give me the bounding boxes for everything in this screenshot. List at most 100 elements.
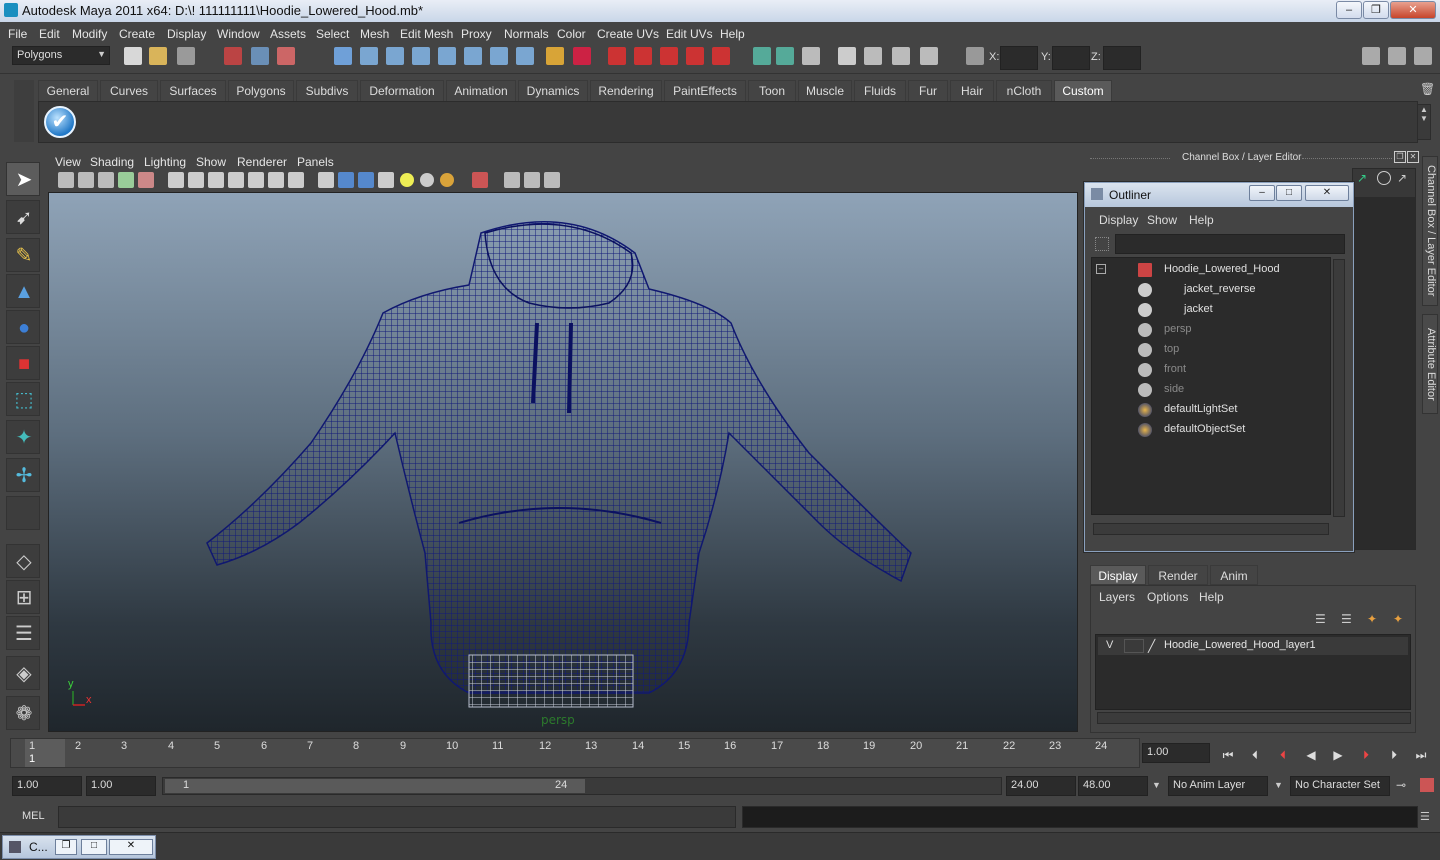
shelf-tab-ncloth[interactable]: nCloth <box>996 80 1052 101</box>
save-scene-icon[interactable] <box>177 47 195 65</box>
character-set-select[interactable]: No Character Set <box>1290 776 1390 796</box>
play-backwards-icon[interactable]: ◀ <box>1301 746 1321 764</box>
layer-horizontal-scrollbar[interactable] <box>1097 712 1411 724</box>
anim-layer-select[interactable]: No Anim Layer <box>1168 776 1268 796</box>
y-field[interactable] <box>1052 46 1090 70</box>
shelf-tab-deformation[interactable]: Deformation <box>360 80 444 101</box>
toggle-tool-settings-icon[interactable] <box>1388 47 1406 65</box>
select-by-component-icon[interactable] <box>277 47 295 65</box>
shelf-tab-fur[interactable]: Fur <box>908 80 948 101</box>
film-gate-icon[interactable] <box>524 172 540 188</box>
layer-row[interactable]: V ╱ Hoodie_Lowered_Hood_layer1 <box>1098 637 1408 655</box>
misc-mask-icon[interactable] <box>516 47 534 65</box>
handle-mask-icon[interactable] <box>360 47 378 65</box>
menu-normals[interactable]: Normals <box>504 25 549 41</box>
menu-mesh[interactable]: Mesh <box>360 25 389 41</box>
camera-attributes-icon[interactable] <box>78 172 94 188</box>
select-by-hierarchy-icon[interactable] <box>224 47 242 65</box>
menu-edit-uvs[interactable]: Edit UVs <box>666 25 713 41</box>
resolution-gate-icon[interactable] <box>504 172 520 188</box>
menu-edit[interactable]: Edit <box>39 25 60 41</box>
menu-color[interactable]: Color <box>557 25 586 41</box>
toggle-channel-box-icon[interactable] <box>1414 47 1432 65</box>
panel-menu-show[interactable]: Show <box>196 153 226 169</box>
shelf-tab-surfaces[interactable]: Surfaces <box>160 80 226 101</box>
menu-create-uvs[interactable]: Create UVs <box>597 25 659 41</box>
safe-action-icon[interactable] <box>544 172 560 188</box>
perspective-viewport[interactable]: y x persp <box>48 192 1078 732</box>
range-slider-handle[interactable]: 1 24 <box>165 779 585 793</box>
snap-point-icon[interactable] <box>660 47 678 65</box>
outliner-item[interactable]: top <box>1092 340 1332 360</box>
rotate-tool-button[interactable]: ● <box>6 310 40 344</box>
show-manipulator-button[interactable]: ✢ <box>6 458 40 492</box>
four-view-layout-button[interactable]: ⊞ <box>6 580 40 614</box>
layer-type-toggle[interactable] <box>1124 639 1144 653</box>
animation-start-field[interactable]: 1.00 <box>12 776 82 796</box>
custom-shelf-check-icon[interactable]: ✔ <box>44 106 76 138</box>
snap-curve-icon[interactable] <box>634 47 652 65</box>
highlight-selection-icon[interactable] <box>573 47 591 65</box>
outliner-item[interactable]: front <box>1092 360 1332 380</box>
render-settings-icon[interactable] <box>920 47 938 65</box>
select-by-object-icon[interactable] <box>251 47 269 65</box>
minimize-button[interactable]: – <box>1336 1 1362 19</box>
dynamic-mask-icon[interactable] <box>490 47 508 65</box>
playback-start-field[interactable]: 1.00 <box>86 776 156 796</box>
close-button[interactable]: ✕ <box>1390 1 1436 19</box>
image-plane-icon[interactable] <box>118 172 134 188</box>
chevron-down-icon[interactable]: ▼ <box>1152 780 1161 790</box>
default-light-icon[interactable] <box>400 173 414 187</box>
render-view-icon[interactable] <box>838 47 856 65</box>
last-tool-button[interactable] <box>6 496 40 530</box>
current-frame-field[interactable]: 1.00 <box>1142 743 1210 763</box>
filter-icon[interactable] <box>1095 237 1109 251</box>
panel-menu-view[interactable]: View <box>55 153 81 169</box>
smooth-shade-icon[interactable] <box>188 172 204 188</box>
restore-icon[interactable]: ❐ <box>55 839 77 855</box>
move-layer-up-icon[interactable]: ☰ <box>1315 612 1333 628</box>
hypershade-layout-button[interactable]: ❁ <box>6 696 40 730</box>
shadows-icon[interactable] <box>440 173 454 187</box>
outliner-item[interactable]: defaultObjectSet <box>1092 420 1332 440</box>
script-type-label[interactable]: MEL <box>22 810 45 822</box>
all-lights-icon[interactable] <box>420 173 434 187</box>
panel-menu-lighting[interactable]: Lighting <box>144 153 186 169</box>
tab-channel-box[interactable]: Channel Box / Layer Editor <box>1422 156 1438 306</box>
select-tool-button[interactable]: ➤ <box>6 162 40 196</box>
outliner-minimize-button[interactable]: – <box>1249 185 1275 201</box>
ipr-render-icon[interactable] <box>892 47 910 65</box>
outliner-item[interactable]: jacket <box>1092 300 1332 320</box>
soft-mod-tool-button[interactable]: ✦ <box>6 420 40 454</box>
close-panel-icon[interactable]: ✕ <box>1407 151 1419 163</box>
menu-window[interactable]: Window <box>217 25 260 41</box>
menu-modify[interactable]: Modify <box>72 25 107 41</box>
select-camera-icon[interactable] <box>58 172 74 188</box>
layer-menu-help[interactable]: Help <box>1199 590 1224 604</box>
layer-visibility-toggle[interactable]: V <box>1106 639 1113 651</box>
outliner-filter-input[interactable] <box>1115 234 1345 254</box>
render-current-frame-icon[interactable] <box>864 47 882 65</box>
shelf-tab-hair[interactable]: Hair <box>950 80 994 101</box>
menu-file[interactable]: File <box>8 25 27 41</box>
auto-key-icon[interactable] <box>1420 778 1434 792</box>
flat-shade-all-icon[interactable] <box>318 172 334 188</box>
maximize-button[interactable]: ❐ <box>1363 1 1389 19</box>
channel-key-icon[interactable]: ↗ <box>1357 171 1371 185</box>
chevron-down-icon[interactable]: ▼ <box>1274 780 1283 790</box>
single-perspective-layout-button[interactable]: ◇ <box>6 544 40 578</box>
animation-end-field[interactable]: 48.00 <box>1078 776 1148 796</box>
xray-joints-icon[interactable] <box>248 172 264 188</box>
curve-mask-icon[interactable] <box>412 47 430 65</box>
float-panel-icon[interactable]: ❐ <box>1394 151 1406 163</box>
input-output-icon[interactable] <box>776 47 794 65</box>
shelf-menu-handle[interactable] <box>14 80 34 142</box>
make-live-icon[interactable] <box>712 47 730 65</box>
lasso-tool-button[interactable]: ➹ <box>6 200 40 234</box>
menu-display[interactable]: Display <box>167 25 206 41</box>
menu-select[interactable]: Select <box>316 25 349 41</box>
time-slider[interactable]: 1 1 2 3 4 5 6 7 8 9 10 11 12 13 14 15 16… <box>10 738 1140 768</box>
shelf-tab-curves[interactable]: Curves <box>100 80 158 101</box>
collapse-icon[interactable]: – <box>1096 264 1106 274</box>
trash-icon[interactable]: 🗑 <box>1420 82 1435 98</box>
